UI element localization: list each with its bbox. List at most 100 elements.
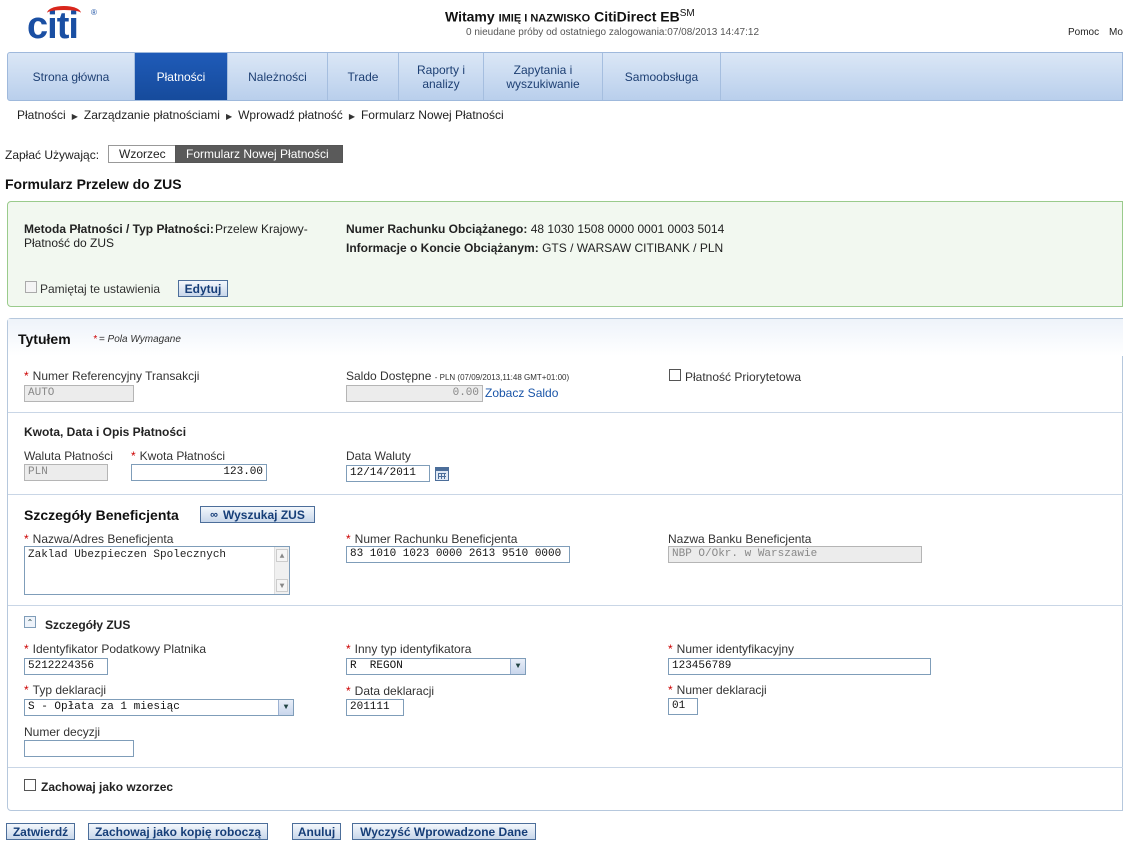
required-note-text: = Pola Wymagane bbox=[98, 334, 181, 345]
edit-button[interactable]: Edytuj bbox=[178, 280, 228, 297]
breadcrumb-item[interactable]: Płatności bbox=[17, 108, 66, 122]
id-number-input[interactable]: 123456789 bbox=[668, 658, 931, 675]
nav-trade[interactable]: Trade bbox=[328, 53, 399, 100]
beneficiary-bank-label: Nazwa Banku Beneficjenta bbox=[668, 532, 812, 546]
id-type-value: R REGON bbox=[350, 660, 403, 672]
breadcrumb-item[interactable]: Zarządzanie płatnościami bbox=[84, 108, 220, 122]
decl-number-input[interactable]: 01 bbox=[668, 698, 698, 715]
beneficiary-account-label-text: Numer Rachunku Beneficjenta bbox=[354, 532, 518, 546]
scroll-down-icon[interactable]: ▼ bbox=[276, 579, 288, 592]
required-star: * bbox=[668, 642, 673, 656]
decl-type-label: * Typ deklaracji bbox=[24, 683, 106, 697]
required-star: * bbox=[346, 642, 351, 656]
confirm-button[interactable]: Zatwierdź bbox=[6, 823, 75, 840]
nip-label-text: Identyfikator Podatkowy Platnika bbox=[32, 642, 207, 656]
welcome-line: Witamy IMIĘ I NAZWISKO CitiDirect EBSM bbox=[445, 8, 695, 25]
collapse-icon[interactable]: ⌃ bbox=[24, 616, 36, 628]
reference-input[interactable]: AUTO bbox=[24, 385, 134, 402]
citi-logo[interactable]: citi ® bbox=[27, 6, 97, 46]
debit-account-label: Numer Rachunku Obciążanego: bbox=[346, 222, 528, 236]
decision-label: Numer decyzji bbox=[24, 725, 101, 739]
amount-input[interactable]: 123.00 bbox=[131, 464, 267, 481]
decl-date-label-text: Data deklaracji bbox=[354, 684, 435, 698]
help-link[interactable]: Pomoc bbox=[1068, 27, 1099, 38]
view-balance-link[interactable]: Zobacz Saldo bbox=[485, 386, 558, 400]
nip-input[interactable]: 5212224356 bbox=[24, 658, 108, 675]
remember-settings-label: Pamiętaj te ustawienia bbox=[40, 282, 161, 296]
welcome-text: Witamy bbox=[445, 8, 495, 25]
cancel-button[interactable]: Anuluj bbox=[292, 823, 341, 840]
value-date-label: Data Waluty bbox=[346, 449, 411, 463]
amount-section-heading: Kwota, Data i Opis Płatności bbox=[24, 425, 187, 439]
beneficiary-heading: Szczegóły Beneficjenta bbox=[24, 507, 179, 523]
nav-receivables[interactable]: Należności bbox=[228, 53, 328, 100]
priority-checkbox[interactable] bbox=[669, 369, 681, 381]
pay-using-template[interactable]: Wzorzec bbox=[108, 145, 176, 163]
pay-using-label: Zapłać Używając: bbox=[5, 148, 100, 162]
product-sup: SM bbox=[679, 8, 695, 19]
decision-input[interactable] bbox=[24, 740, 134, 757]
pay-using-new-form[interactable]: Formularz Nowej Płatności bbox=[175, 145, 343, 163]
required-note: * = Pola Wymagane bbox=[93, 334, 181, 345]
account-info-label: Informacje o Koncie Obciążanym: bbox=[346, 241, 539, 255]
nav-reports[interactable]: Raporty i analizy bbox=[399, 53, 484, 100]
calendar-icon[interactable] bbox=[435, 467, 449, 481]
required-star: * bbox=[346, 532, 351, 546]
binoculars-icon: ∞ bbox=[210, 508, 219, 521]
scroll-up-icon[interactable]: ▲ bbox=[276, 549, 288, 562]
ref-label: * Numer Referencyjny Transakcji bbox=[24, 369, 199, 383]
nav-self-service[interactable]: Samoobsługa bbox=[603, 53, 721, 100]
decl-number-label: * Numer deklaracji bbox=[668, 683, 767, 697]
required-star: * bbox=[93, 334, 97, 345]
beneficiary-name-textarea[interactable]: Zaklad Ubezpieczen Spolecznych ▲ ▼ bbox=[24, 546, 290, 595]
id-type-select[interactable]: R REGON ▼ bbox=[346, 658, 526, 675]
logo-arc bbox=[47, 6, 81, 20]
balance-label-text: Saldo Dostępne bbox=[346, 369, 432, 383]
breadcrumb-item: Formularz Nowej Płatności bbox=[360, 108, 504, 122]
amount-label-text: Kwota Płatności bbox=[139, 449, 226, 463]
nav-payments[interactable]: Płatności bbox=[135, 53, 228, 100]
nav-home[interactable]: Strona główna bbox=[8, 53, 135, 100]
beneficiary-account-label: * Numer Rachunku Beneficjenta bbox=[346, 532, 517, 546]
value-date-input[interactable]: 12/14/2011 bbox=[346, 465, 430, 482]
id-type-label-text: Inny typ identyfikatora bbox=[354, 642, 472, 656]
beneficiary-name-label: * Nazwa/Adres Beneficjenta bbox=[24, 532, 173, 546]
search-zus-button[interactable]: ∞ Wyszukaj ZUS bbox=[200, 506, 315, 523]
textarea-scrollbar[interactable]: ▲ ▼ bbox=[274, 547, 289, 594]
more-link[interactable]: Mo bbox=[1109, 27, 1123, 38]
required-star: * bbox=[346, 684, 351, 698]
required-star: * bbox=[24, 532, 29, 546]
debit-account: Numer Rachunku Obciążanego: 48 1030 1508… bbox=[346, 222, 724, 236]
beneficiary-account-input[interactable]: 83 1010 1023 0000 2613 9510 0000 bbox=[346, 546, 570, 563]
beneficiary-name-label-text: Nazwa/Adres Beneficjenta bbox=[32, 532, 174, 546]
save-template-checkbox[interactable] bbox=[24, 779, 36, 791]
balance-meta: - PLN (07/09/2013,11:48 GMT+01:00) bbox=[434, 373, 570, 382]
chevron-down-icon[interactable]: ▼ bbox=[510, 659, 525, 674]
remember-settings-checkbox[interactable] bbox=[25, 281, 37, 293]
product-name: CitiDirect EB bbox=[594, 8, 680, 25]
currency-label: Waluta Płatności bbox=[24, 449, 113, 463]
breadcrumb-item[interactable]: Wprowadź płatność bbox=[238, 108, 343, 122]
save-draft-button[interactable]: Zachowaj jako kopię roboczą bbox=[88, 823, 268, 840]
clear-button[interactable]: Wyczyść Wprowadzone Dane bbox=[352, 823, 536, 840]
title-section-heading: Tytułem bbox=[18, 331, 71, 347]
required-star: * bbox=[24, 683, 29, 697]
zus-heading: Szczegóły ZUS bbox=[45, 618, 131, 632]
save-template-label: Zachowaj jako wzorzec bbox=[41, 780, 174, 794]
chevron-down-icon[interactable]: ▼ bbox=[278, 700, 293, 715]
method-value-2: Płatność do ZUS bbox=[24, 236, 115, 250]
nav-inquiries[interactable]: Zapytania i wyszukiwanie bbox=[484, 53, 603, 100]
section-divider bbox=[8, 605, 1123, 606]
method-label: Metoda Płatności / Typ Płatności: bbox=[24, 222, 214, 236]
id-number-label-text: Numer identyfikacyjny bbox=[676, 642, 795, 656]
decl-type-value: S - Opłata za 1 miesiąc bbox=[28, 701, 180, 713]
breadcrumb-arrow-icon: ▶ bbox=[71, 112, 78, 121]
breadcrumb: Płatności ▶ Zarządzanie płatnościami ▶ Wprow… bbox=[17, 108, 504, 122]
ref-label-text: Numer Referencyjny Transakcji bbox=[32, 369, 200, 383]
decl-date-input[interactable]: 201111 bbox=[346, 699, 404, 716]
main-nav: Strona główna Płatności Należności Trade… bbox=[7, 52, 1123, 101]
decl-type-select[interactable]: S - Opłata za 1 miesiąc ▼ bbox=[24, 699, 294, 716]
amount-label: * Kwota Płatności bbox=[131, 449, 225, 463]
section-divider bbox=[8, 767, 1123, 768]
beneficiary-name-value: Zaklad Ubezpieczen Spolecznych bbox=[28, 549, 227, 561]
